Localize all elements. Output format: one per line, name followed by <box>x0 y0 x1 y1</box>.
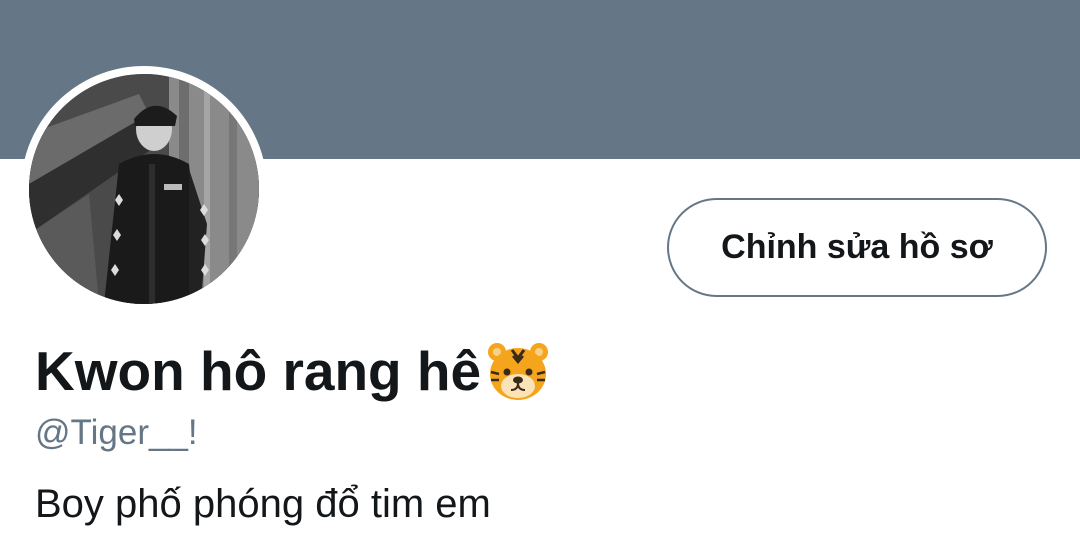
display-name: Kwon hô rang hê <box>35 336 553 406</box>
display-name-text: Kwon hô rang hê <box>35 340 482 402</box>
tiger-face-emoji-icon <box>483 336 553 406</box>
profile-bio: Boy phố phóng đổ tim em <box>35 482 491 526</box>
user-handle: @Tiger__! <box>35 413 198 452</box>
edit-profile-button[interactable]: Chỉnh sửa hồ sơ <box>667 198 1047 297</box>
avatar[interactable] <box>29 74 259 304</box>
